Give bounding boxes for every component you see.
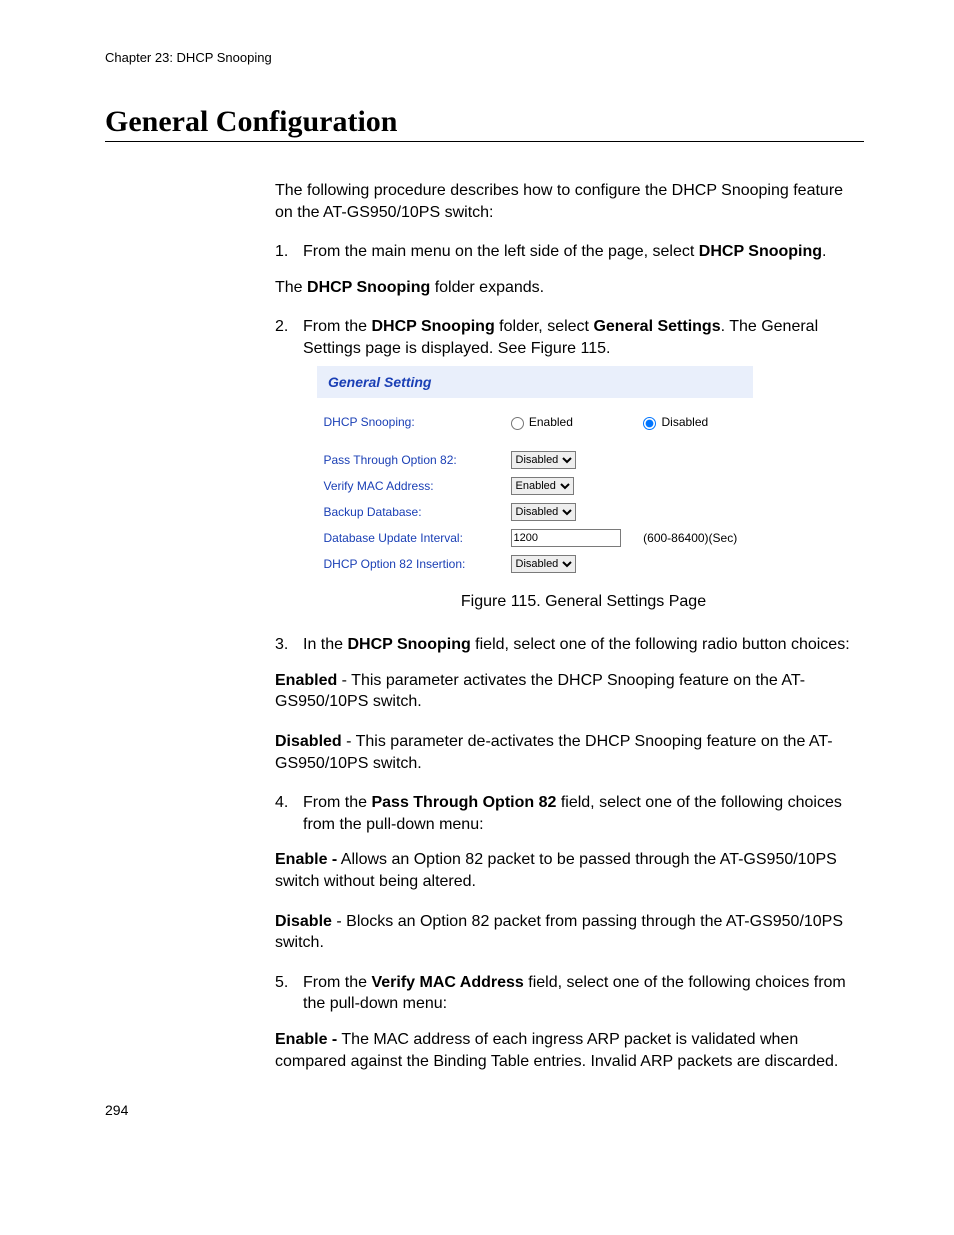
backup-db-select[interactable]: Disabled xyxy=(511,503,576,521)
step-5-enable: Enable - The MAC address of each ingress… xyxy=(275,1029,864,1072)
step-body: From the DHCP Snooping folder, select Ge… xyxy=(303,316,864,359)
interval-hint: (600-86400)(Sec) xyxy=(637,525,752,551)
text: From the xyxy=(303,318,371,335)
step-number: 3. xyxy=(275,634,303,656)
bold-text: DHCP Snooping xyxy=(347,636,470,653)
verify-mac-row: Verify MAC Address: Enabled xyxy=(318,473,753,499)
step-number: 1. xyxy=(275,241,303,263)
backup-db-row: Backup Database: Disabled xyxy=(318,499,753,525)
bold-text: General Settings xyxy=(593,318,720,335)
bold-text: Disabled xyxy=(275,733,342,750)
bold-text: DHCP Snooping xyxy=(699,243,822,260)
step-3: 3. In the DHCP Snooping field, select on… xyxy=(275,634,864,656)
insertion-label: DHCP Option 82 Insertion: xyxy=(318,551,505,577)
step-body: From the Pass Through Option 82 field, s… xyxy=(303,792,864,835)
interval-input[interactable] xyxy=(511,529,621,547)
chapter-header: Chapter 23: DHCP Snooping xyxy=(105,50,864,65)
step-4-disable: Disable - Blocks an Option 82 packet fro… xyxy=(275,911,864,954)
intro-paragraph: The following procedure describes how to… xyxy=(275,180,864,223)
pass-through-row: Pass Through Option 82: Disabled xyxy=(318,447,753,473)
radio-label: Enabled xyxy=(529,415,573,429)
step-number: 2. xyxy=(275,316,303,359)
verify-mac-select[interactable]: Enabled xyxy=(511,477,574,495)
text: - This parameter de-activates the DHCP S… xyxy=(275,733,833,772)
page-container: Chapter 23: DHCP Snooping General Config… xyxy=(0,0,954,1158)
interval-row: Database Update Interval: (600-86400)(Se… xyxy=(318,525,753,551)
step-body: From the main menu on the left side of t… xyxy=(303,241,864,263)
dhcp-snooping-label: DHCP Snooping: xyxy=(318,410,505,434)
step-body: In the DHCP Snooping field, select one o… xyxy=(303,634,864,656)
text: . xyxy=(822,243,826,260)
insertion-row: DHCP Option 82 Insertion: Disabled xyxy=(318,551,753,577)
text: folder, select xyxy=(495,318,594,335)
dhcp-disabled-option[interactable]: Disabled xyxy=(637,410,752,434)
text: From the xyxy=(303,974,371,991)
text: - This parameter activates the DHCP Snoo… xyxy=(275,672,805,711)
figure-115: General Setting DHCP Snooping: Enabled D… xyxy=(317,366,864,577)
text: The xyxy=(275,279,307,296)
bold-text: Pass Through Option 82 xyxy=(371,794,556,811)
text: The MAC address of each ingress ARP pack… xyxy=(275,1031,838,1070)
bold-text: Enable - xyxy=(275,851,337,868)
radio-label: Disabled xyxy=(662,415,709,429)
text: field, select one of the following radio… xyxy=(471,636,850,653)
bold-text: DHCP Snooping xyxy=(371,318,494,335)
text: From the main menu on the left side of t… xyxy=(303,243,699,260)
text: folder expands. xyxy=(430,279,544,296)
bold-text: Enable - xyxy=(275,1031,337,1048)
radio-disabled[interactable] xyxy=(643,417,656,430)
step-4-enable: Enable - Allows an Option 82 packet to b… xyxy=(275,849,864,892)
text: From the xyxy=(303,794,371,811)
interval-label: Database Update Interval: xyxy=(318,525,505,551)
figure-caption: Figure 115. General Settings Page xyxy=(303,591,864,613)
insertion-select[interactable]: Disabled xyxy=(511,555,576,573)
pass-through-select[interactable]: Disabled xyxy=(511,451,576,469)
text: In the xyxy=(303,636,347,653)
step-1-followup: The DHCP Snooping folder expands. xyxy=(275,277,864,299)
step-body: From the Verify MAC Address field, selec… xyxy=(303,972,864,1015)
step-4: 4. From the Pass Through Option 82 field… xyxy=(275,792,864,835)
page-number: 294 xyxy=(105,1102,864,1118)
general-setting-panel: General Setting DHCP Snooping: Enabled D… xyxy=(317,366,753,577)
panel-title: General Setting xyxy=(318,366,753,398)
step-number: 4. xyxy=(275,792,303,835)
step-3-enabled: Enabled - This parameter activates the D… xyxy=(275,670,864,713)
step-1: 1. From the main menu on the left side o… xyxy=(275,241,864,263)
step-5: 5. From the Verify MAC Address field, se… xyxy=(275,972,864,1015)
radio-enabled[interactable] xyxy=(511,417,524,430)
bold-text: Verify MAC Address xyxy=(371,974,523,991)
text: - Blocks an Option 82 packet from passin… xyxy=(275,913,843,952)
section-title: General Configuration xyxy=(105,105,864,142)
backup-db-label: Backup Database: xyxy=(318,499,505,525)
bold-text: Enabled xyxy=(275,672,337,689)
step-number: 5. xyxy=(275,972,303,1015)
text: Allows an Option 82 packet to be passed … xyxy=(275,851,837,890)
bold-text: DHCP Snooping xyxy=(307,279,430,296)
step-3-disabled: Disabled - This parameter de-activates t… xyxy=(275,731,864,774)
pass-through-label: Pass Through Option 82: xyxy=(318,447,505,473)
dhcp-snooping-row: DHCP Snooping: Enabled Disabled xyxy=(318,410,753,434)
step-2: 2. From the DHCP Snooping folder, select… xyxy=(275,316,864,359)
bold-text: Disable xyxy=(275,913,332,930)
verify-mac-label: Verify MAC Address: xyxy=(318,473,505,499)
dhcp-enabled-option[interactable]: Enabled xyxy=(505,410,638,434)
body-column: The following procedure describes how to… xyxy=(275,180,864,1072)
